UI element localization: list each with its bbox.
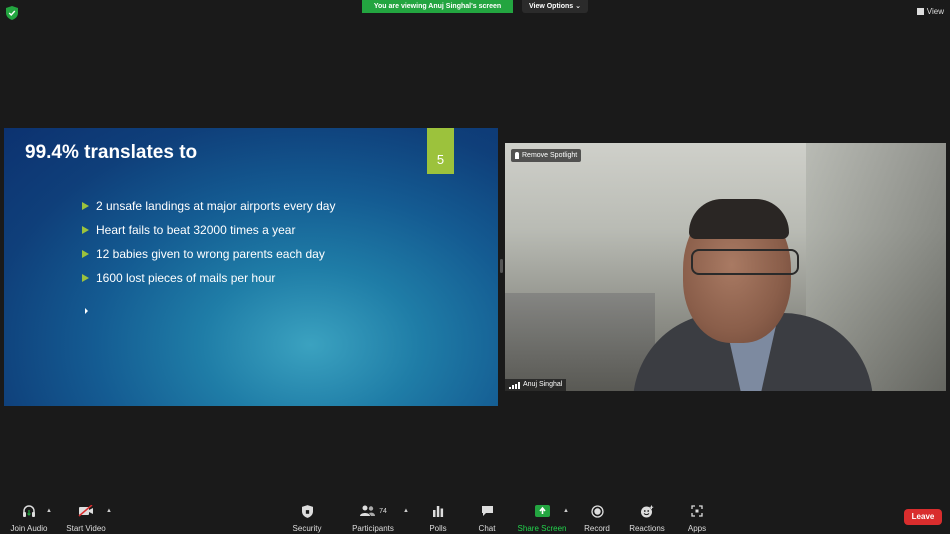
join-audio-button[interactable]: Join Audio [9,504,49,533]
mouse-cursor-icon [85,308,88,314]
security-label: Security [292,524,322,533]
grid-view-icon [916,7,924,15]
slide-bullet-text: 2 unsafe landings at major airports ever… [96,199,336,213]
chat-button[interactable]: Chat [477,504,497,533]
panel-resize-handle[interactable] [500,259,503,273]
reactions-label: Reactions [629,524,665,533]
join-audio-label: Join Audio [10,524,48,533]
share-arrow-icon [534,504,550,518]
view-options-label: View Options [528,3,574,10]
participant-count: 74 [379,507,387,515]
slide-bullet-text: 12 babies given to wrong parents each da… [96,247,325,261]
video-options-chevron-icon[interactable]: ▲ [106,508,112,514]
pin-icon [515,152,519,159]
polls-label: Polls [429,524,447,533]
video-off-icon [78,504,94,518]
participant-name-tag: Anuj Singhal [505,379,567,391]
slide-bullet-text: 1600 lost pieces of mails per hour [96,271,276,285]
shared-screen-slide: 99.4% translates to 5 2 unsafe landings … [4,128,498,406]
bullet-arrow-icon [82,202,89,210]
apps-button[interactable]: Apps [687,504,707,533]
slide-bullet: 1600 lost pieces of mails per hour [82,266,335,290]
view-button[interactable]: View [916,4,944,18]
remove-spotlight-button[interactable]: Remove Spotlight [511,149,582,162]
start-video-label: Start Video [66,524,106,533]
slide-title: 99.4% translates to [25,142,198,163]
bullet-arrow-icon [82,274,89,282]
shield-icon [301,504,313,518]
participant-video-tile[interactable]: Remove Spotlight Anuj Singhal [505,143,946,391]
slide-bullet: 12 babies given to wrong parents each da… [82,242,335,266]
view-options-button[interactable]: View Options ⌄ [522,0,588,13]
bullet-arrow-icon [82,226,89,234]
participant-figure [689,199,789,239]
people-icon [360,505,376,516]
polls-button[interactable]: Polls [428,504,448,533]
slide-bullet-text: Heart fails to beat 32000 times a year [96,223,296,237]
headphones-icon [22,504,36,518]
participant-name: Anuj Singhal [523,381,563,388]
remove-spotlight-label: Remove Spotlight [522,152,578,159]
signal-strength-icon [509,381,520,389]
record-icon [590,504,604,518]
leave-button[interactable]: Leave [904,509,942,525]
slide-number: 5 [427,128,454,174]
slide-bullet-list: 2 unsafe landings at major airports ever… [82,194,335,290]
audio-options-chevron-icon[interactable]: ▲ [46,508,52,514]
apps-icon [691,504,703,518]
reactions-button[interactable]: Reactions [629,504,665,533]
bullet-arrow-icon [82,250,89,258]
viewing-screen-banner: You are viewing Anuj Singhal's screen [362,0,513,13]
slide-bullet: 2 unsafe landings at major airports ever… [82,194,335,218]
participants-options-chevron-icon[interactable]: ▲ [403,508,409,514]
chevron-down-icon: ⌄ [575,3,582,10]
share-options-chevron-icon[interactable]: ▲ [563,508,569,514]
video-background [505,293,655,391]
participants-button[interactable]: 74 Participants [352,504,394,533]
participant-figure [691,249,799,275]
participants-label: Participants [352,524,394,533]
security-button[interactable]: Security [290,504,324,533]
chat-label: Chat [478,524,496,533]
slide-bullet: Heart fails to beat 32000 times a year [82,218,335,242]
chat-bubble-icon [481,504,494,518]
record-label: Record [584,524,610,533]
meeting-toolbar: Join Audio ▲ Start Video ▲ Security 74 P… [0,500,950,534]
share-screen-label: Share Screen [517,524,567,533]
record-button[interactable]: Record [583,504,611,533]
bar-chart-icon [432,504,444,518]
apps-label: Apps [687,524,707,533]
view-button-label: View [926,6,944,16]
shield-icon[interactable] [6,6,18,20]
start-video-button[interactable]: Start Video [66,504,106,533]
smiley-icon [640,504,654,518]
share-screen-button[interactable]: Share Screen [517,504,567,533]
